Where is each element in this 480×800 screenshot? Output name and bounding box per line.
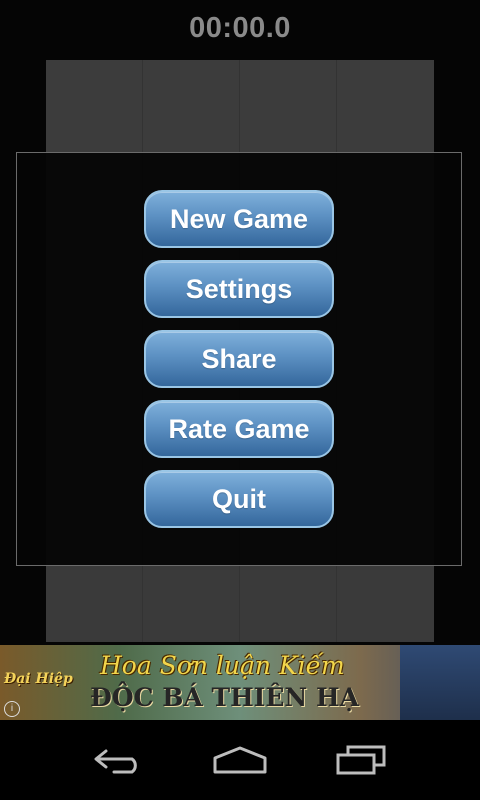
quit-button[interactable]: Quit: [144, 470, 334, 528]
home-icon: [211, 744, 269, 776]
ad-subheadline: ĐỘC BÁ THIÊN HẠ: [90, 683, 360, 712]
game-timer: 00:00.0: [189, 12, 291, 44]
main-menu-dialog: New Game Settings Share Rate Game Quit: [16, 152, 462, 566]
home-button[interactable]: [205, 740, 275, 780]
rate-game-button[interactable]: Rate Game: [144, 400, 334, 458]
recents-button[interactable]: [326, 740, 396, 780]
screen: 00:00.0 New Game Settings Share Rate Gam…: [0, 0, 480, 800]
share-button[interactable]: Share: [144, 330, 334, 388]
back-button[interactable]: [84, 740, 154, 780]
menu-list: New Game Settings Share Rate Game Quit: [17, 190, 461, 540]
ad-brand-logo: Đại Hiệp: [4, 671, 73, 687]
new-game-button[interactable]: New Game: [144, 190, 334, 248]
game-area: 00:00.0 New Game Settings Share Rate Gam…: [0, 0, 480, 645]
recents-icon: [334, 744, 388, 776]
ad-banner[interactable]: Đại Hiệp Hoa Sơn luận Kiếm ĐỘC BÁ THIÊN …: [0, 645, 480, 720]
settings-button[interactable]: Settings: [144, 260, 334, 318]
ad-headline: Hoa Sơn luận Kiếm: [100, 651, 345, 680]
system-navbar: [0, 720, 480, 800]
back-icon: [92, 745, 146, 775]
info-icon[interactable]: i: [4, 701, 20, 717]
ad-character-image: [400, 645, 480, 720]
